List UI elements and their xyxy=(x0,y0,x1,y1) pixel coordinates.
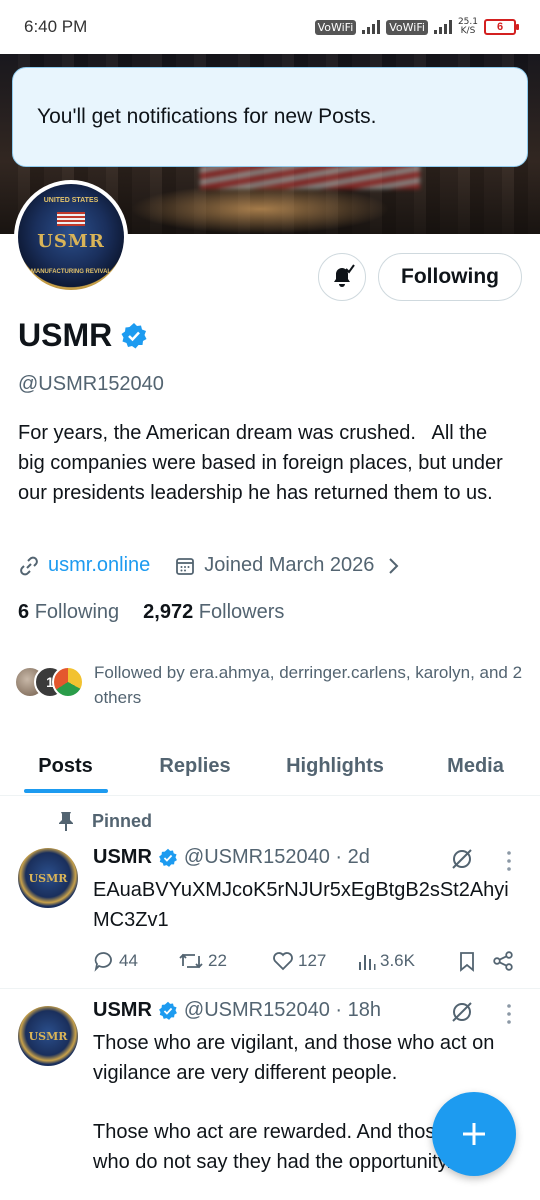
chevron-right-icon[interactable] xyxy=(382,555,404,577)
follow-counts: 6 Following 2,972 Followers xyxy=(18,601,284,624)
link-icon xyxy=(20,556,38,575)
grok-icon[interactable] xyxy=(450,1000,474,1024)
notifications-bell-button[interactable] xyxy=(318,253,366,301)
avatar-logo-text: USMR xyxy=(28,871,68,885)
verified-badge-icon xyxy=(158,848,177,867)
repost-button[interactable]: 22 xyxy=(178,950,272,972)
tab-highlights[interactable]: Highlights xyxy=(259,738,411,795)
compose-post-button[interactable] xyxy=(432,1092,516,1176)
pinned-label: Pinned xyxy=(92,810,153,831)
bell-check-icon xyxy=(334,264,355,287)
following-label: Following xyxy=(34,601,120,623)
views-icon xyxy=(359,955,376,970)
view-count: 3.6K xyxy=(380,951,415,970)
tab-media[interactable]: Media xyxy=(411,738,540,795)
banner-glow xyxy=(130,184,390,234)
tab-posts[interactable]: Posts xyxy=(0,738,131,795)
tab-replies[interactable]: Replies xyxy=(131,738,259,795)
profile-meta: usmr.online Joined March 2026 xyxy=(18,554,404,577)
post-author-avatar[interactable]: USMR xyxy=(18,1006,78,1066)
seal-main-text: USMR xyxy=(37,230,105,252)
reply-button[interactable]: 44 xyxy=(93,950,178,972)
followed-by-avatars: 1 xyxy=(14,660,84,700)
followed-by[interactable]: 1 Followed by era.ahmya, derringer.carle… xyxy=(14,660,530,710)
repost-icon xyxy=(179,953,203,969)
joined-date: Joined March 2026 xyxy=(204,554,375,576)
net-speed: 25.1 K/S xyxy=(458,18,478,36)
bookmark-icon[interactable] xyxy=(456,950,478,972)
toast-message: You'll get notifications for new Posts. xyxy=(37,105,377,128)
grok-icon[interactable] xyxy=(450,847,474,871)
pinned-indicator: Pinned xyxy=(56,810,152,832)
status-time: 6:40 PM xyxy=(24,17,88,36)
calendar-icon xyxy=(176,557,195,575)
post-header: USMR @USMR152040 · 18h xyxy=(93,999,381,1022)
seal-bottom-text: MANUFACTURING REVIVAL xyxy=(30,269,112,276)
like-count: 127 xyxy=(298,951,327,970)
profile-name: USMR xyxy=(18,317,113,353)
followers-label: Followers xyxy=(198,601,285,623)
usmr-seal-logo: UNITED STATES USMR MANUFACTURING REVIVAL xyxy=(18,184,124,290)
post-text: EAuaBVYuXMJcoK5rNJUr5xEgBtgB2sSt2AhyiMC3… xyxy=(93,879,509,931)
seal-flag xyxy=(57,211,85,227)
more-options-icon[interactable] xyxy=(504,1002,514,1026)
verified-badge-icon xyxy=(158,1001,177,1020)
followed-by-text: Followed by era.ahmya, derringer.carlens… xyxy=(94,663,523,707)
reply-icon xyxy=(94,952,112,972)
follower-avatar xyxy=(52,666,84,698)
pin-icon xyxy=(59,812,73,831)
like-button[interactable]: 127 xyxy=(272,950,358,972)
profile-avatar[interactable]: UNITED STATES USMR MANUFACTURING REVIVAL xyxy=(14,180,128,294)
plus-icon xyxy=(463,1123,485,1145)
status-icons: VoWiFi VoWiFi 25.1 K/S 6 xyxy=(314,18,519,36)
following-count-link[interactable]: 6 Following xyxy=(18,601,119,624)
followers-count: 2,972 xyxy=(143,601,194,623)
post-author-avatar[interactable]: USMR xyxy=(18,848,78,908)
status-bar: 6:40 PM VoWiFi VoWiFi 25.1 K/S 6 xyxy=(0,0,540,54)
post-author-name[interactable]: USMR xyxy=(93,999,152,1022)
signal-icon xyxy=(362,20,381,34)
net-speed-unit: K/S xyxy=(460,26,476,36)
following-button[interactable]: Following xyxy=(378,253,522,301)
post-actions: 44 22 127 3.6K xyxy=(93,948,523,974)
notification-toast: You'll get notifications for new Posts. xyxy=(12,67,528,167)
share-icon[interactable] xyxy=(492,950,514,972)
vowifi-icon: VoWiFi xyxy=(314,19,357,35)
more-options-icon[interactable] xyxy=(504,849,514,873)
profile-name-row: USMR xyxy=(18,317,148,354)
avatar-logo-text: USMR xyxy=(28,1029,68,1043)
verified-badge-icon xyxy=(121,322,147,348)
views-button[interactable]: 3.6K xyxy=(358,950,456,972)
profile-handle: @USMR152040 xyxy=(18,373,164,395)
battery-icon: 6 xyxy=(484,19,519,35)
following-count: 6 xyxy=(18,601,30,623)
profile-tabs: Posts Replies Highlights Media xyxy=(0,738,540,796)
post-text: Those who are vigilant, and those who ac… xyxy=(93,1032,500,1084)
profile-bio: For years, the American dream was crushe… xyxy=(18,422,509,504)
vowifi-icon: VoWiFi xyxy=(386,19,428,35)
post-handle-time: @USMR152040 · 2d xyxy=(183,846,370,868)
post-divider xyxy=(0,988,540,989)
website-link[interactable]: usmr.online xyxy=(48,554,150,577)
post-handle-time: @USMR152040 · 18h xyxy=(183,999,381,1021)
followers-count-link[interactable]: 2,972 Followers xyxy=(143,601,284,624)
post-author-name[interactable]: USMR xyxy=(93,846,152,869)
signal-icon xyxy=(433,20,452,34)
heart-icon xyxy=(273,952,293,971)
post-header: USMR @USMR152040 · 2d xyxy=(93,846,370,869)
seal-top-text: UNITED STATES xyxy=(43,196,99,204)
reply-count: 44 xyxy=(119,951,138,970)
repost-count: 22 xyxy=(208,951,227,970)
